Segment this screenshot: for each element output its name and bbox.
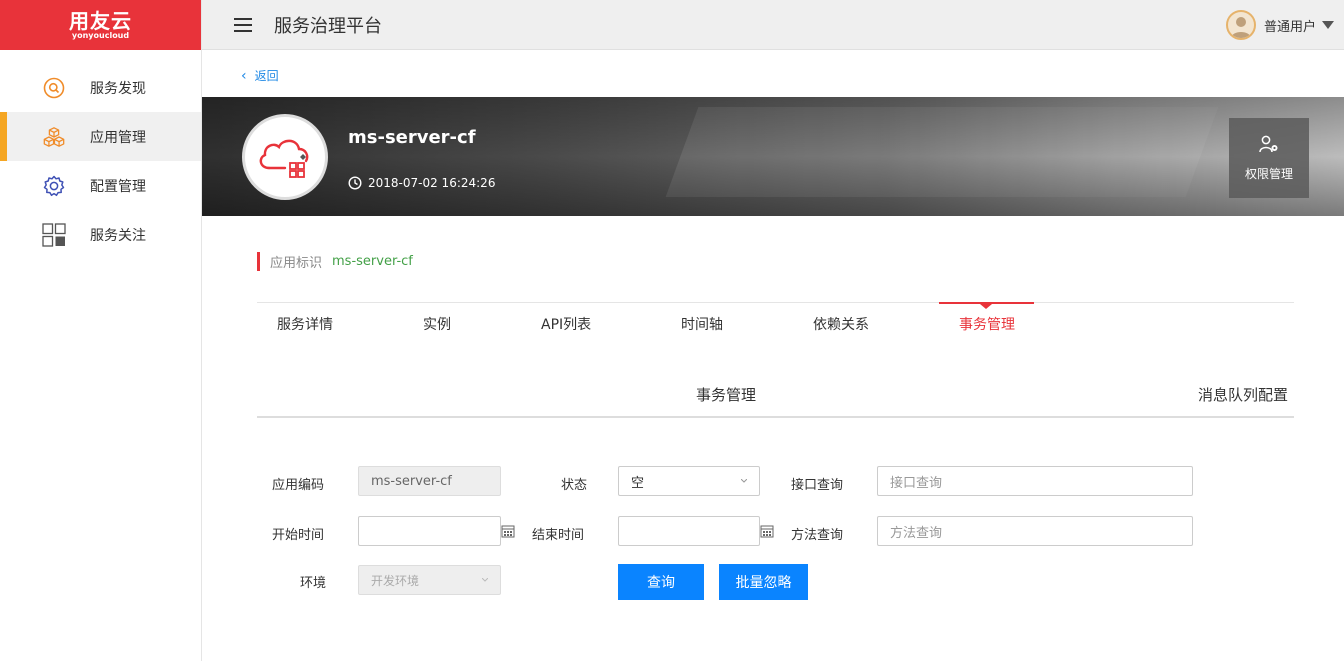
api-query-placeholder: 接口查询 [890, 475, 943, 491]
user-menu[interactable]: 普通用户 [1225, 10, 1334, 40]
status-label: 状态 [561, 478, 588, 493]
subtab-mq-config[interactable]: 消息队列配置 [1198, 384, 1288, 405]
start-time-label: 开始时间 [272, 528, 325, 543]
app-code-label: 应用编码 [272, 478, 325, 493]
user-name: 普通用户 [1263, 19, 1316, 35]
app-name: ms-server-cf [348, 127, 476, 148]
sidebar-item-label: 配置管理 [90, 178, 146, 195]
env-select: 开发环境 [358, 565, 501, 595]
grid-icon [42, 222, 66, 247]
avatar [1225, 10, 1256, 40]
top-header: 服务治理平台 普通用户 [202, 0, 1344, 50]
back-link[interactable]: ‹ 返回 [241, 67, 279, 84]
tab-timeline[interactable]: 时间轴 [681, 314, 723, 334]
page-title: 服务治理平台 [274, 15, 382, 37]
method-query-input[interactable]: 方法查询 [877, 516, 1193, 546]
start-time-input[interactable] [358, 516, 501, 546]
permission-label: 权限管理 [1244, 166, 1293, 181]
gear-icon [42, 174, 66, 198]
sidebar-item-config-management[interactable]: 配置管理 [0, 161, 201, 210]
tab-transaction-management[interactable]: 事务管理 [959, 314, 1015, 334]
end-time-label: 结束时间 [532, 528, 585, 543]
permission-management-button[interactable]: 权限管理 [1229, 118, 1309, 198]
brand-logo-en: yonyoucloud [71, 31, 130, 40]
env-value: 开发环境 [371, 573, 420, 588]
active-tab-indicator [939, 302, 1034, 309]
sidebar-item-label: 服务关注 [90, 227, 146, 244]
sidebar-item-service-discovery[interactable]: 服务发现 [0, 63, 201, 112]
api-query-input[interactable]: 接口查询 [877, 466, 1193, 496]
status-select[interactable]: 空 [618, 466, 760, 496]
chevron-down-icon [741, 479, 747, 483]
app-banner: ms-server-cf 2018-07-02 16:24:26 权限管理 [202, 97, 1344, 216]
calendar-icon[interactable] [760, 524, 774, 538]
method-query-placeholder: 方法查询 [890, 525, 943, 541]
sidebar-item-service-follow[interactable]: 服务关注 [0, 210, 201, 259]
app-cloud-icon [242, 114, 328, 200]
search-circle-icon [42, 76, 66, 100]
user-settings-icon [1259, 135, 1278, 152]
api-query-label: 接口查询 [791, 478, 844, 493]
tab-instances[interactable]: 实例 [423, 314, 451, 334]
caret-down-icon [1322, 21, 1334, 29]
calendar-icon[interactable] [501, 524, 515, 538]
sidebar-item-label: 服务发现 [90, 80, 146, 97]
env-label: 环境 [300, 576, 327, 591]
brand-logo[interactable]: 用友云 yonyoucloud [0, 0, 201, 50]
sub-tabs: 事务管理 消息队列配置 [257, 370, 1294, 418]
chevron-down-icon [482, 578, 488, 582]
app-code-field: ms-server-cf [358, 466, 501, 496]
app-code-value: ms-server-cf [371, 473, 452, 489]
method-query-label: 方法查询 [791, 528, 844, 543]
sidebar-item-label: 应用管理 [90, 129, 146, 146]
app-id-value: ms-server-cf [332, 254, 413, 269]
sidebar-menu: 服务发现 应用管理 配置管理 服务关注 [0, 63, 201, 259]
tab-service-details[interactable]: 服务详情 [277, 314, 333, 334]
sidebar-item-app-management[interactable]: 应用管理 [0, 112, 201, 161]
hamburger-menu-icon[interactable] [234, 17, 252, 32]
app-id-label: 应用标识 [270, 256, 323, 271]
back-label: 返回 [254, 69, 279, 83]
batch-ignore-button[interactable]: 批量忽略 [719, 564, 808, 600]
cubes-icon [42, 125, 66, 149]
app-created-time: 2018-07-02 16:24:26 [348, 176, 495, 190]
end-time-input[interactable] [618, 516, 760, 546]
status-value: 空 [631, 475, 645, 491]
detail-tabs: 服务详情 实例 API列表 时间轴 依赖关系 事务管理 [257, 302, 1294, 342]
query-button[interactable]: 查询 [618, 564, 704, 600]
brand-logo-cn: 用友云 [69, 9, 132, 33]
clock-icon [348, 176, 362, 190]
chevron-left-icon: ‹ [241, 67, 247, 84]
subtab-transaction-management[interactable]: 事务管理 [696, 384, 756, 405]
tab-dependencies[interactable]: 依赖关系 [813, 314, 869, 334]
app-created-value: 2018-07-02 16:24:26 [368, 176, 496, 190]
tab-api-list[interactable]: API列表 [541, 314, 591, 334]
sidebar: 用友云 yonyoucloud 服务发现 应用管理 配置管理 服务关注 [0, 0, 202, 661]
app-identifier: 应用标识 ms-server-cf [257, 252, 413, 271]
